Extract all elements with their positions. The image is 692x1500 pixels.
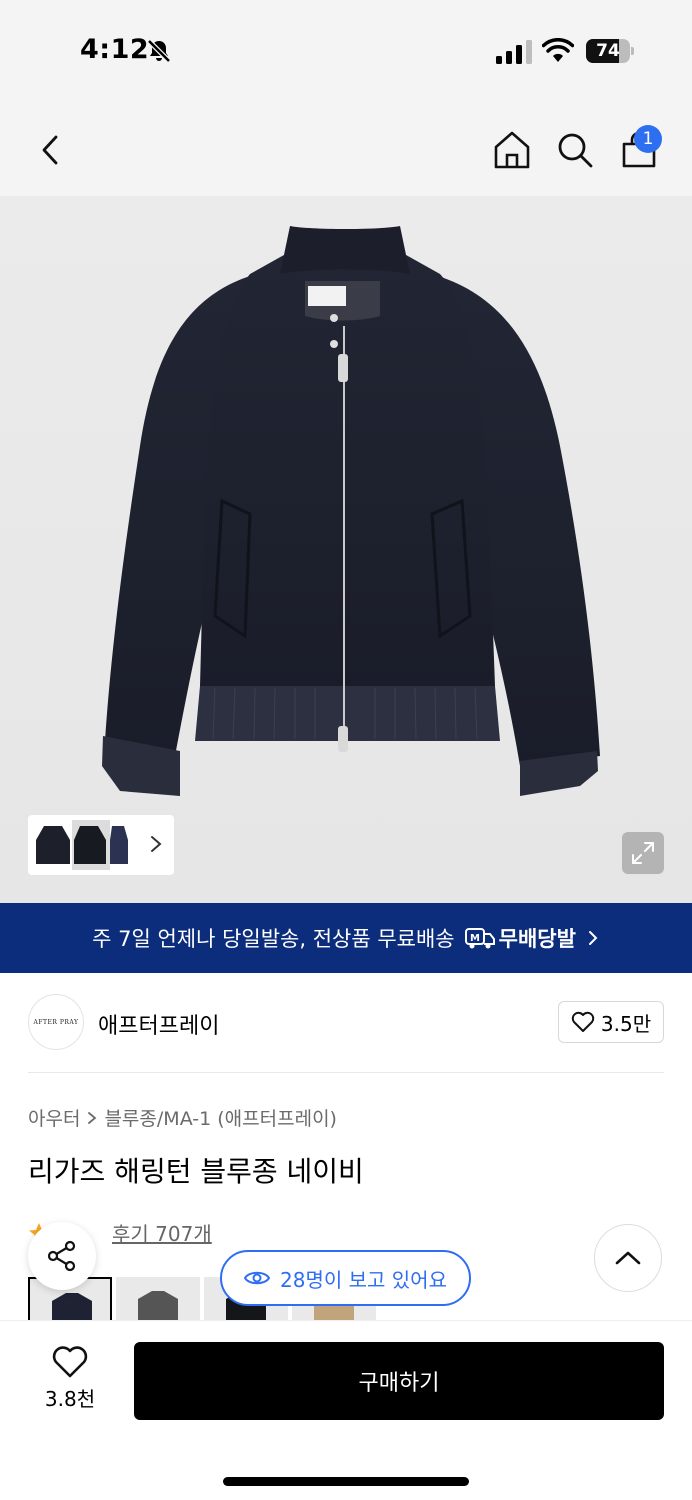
viewers-text: 28명이 보고 있어요 <box>280 1267 447 1292</box>
wifi-icon <box>542 38 574 62</box>
chevron-right-icon[interactable] <box>148 831 164 857</box>
thumbnail-2[interactable] <box>72 820 110 870</box>
jacket-image <box>102 226 600 796</box>
color-option-charcoal[interactable] <box>116 1277 200 1321</box>
brand-logo[interactable]: AFTER PRAY <box>28 994 84 1050</box>
search-button[interactable] <box>551 126 599 174</box>
brand-name[interactable]: 애프터프레이 <box>98 1008 219 1040</box>
thumbnail-1[interactable] <box>34 820 72 870</box>
breadcrumb-category[interactable]: 아우터 <box>28 1104 80 1131</box>
heart-icon <box>52 1346 88 1378</box>
bell-off-icon <box>147 39 171 63</box>
bottom-action-bar: 3.8천 구매하기 <box>0 1320 692 1500</box>
signal-icon <box>496 40 532 64</box>
free-shipping-logo: M 무배당발 <box>464 923 576 953</box>
brand-like-button[interactable]: 3.5만 <box>558 1001 664 1043</box>
share-button[interactable] <box>28 1222 96 1290</box>
status-bar: 4:12 74 <box>0 0 692 100</box>
breadcrumb-subcategory[interactable]: 블루종/MA-1 (애프터프레이) <box>104 1104 337 1131</box>
thumbnail-3[interactable] <box>110 820 128 870</box>
shipping-banner-text: 주 7일 언제나 당일발송, 전상품 무료배송 <box>92 927 455 951</box>
wishlist-button[interactable]: 3.8천 <box>30 1345 110 1419</box>
back-button[interactable] <box>26 126 74 174</box>
brand-like-count: 3.5만 <box>600 1011 652 1036</box>
wishlist-count: 3.8천 <box>44 1387 96 1411</box>
nav-header <box>0 100 692 196</box>
free-shipping-logo-text: 무배당발 <box>498 927 576 951</box>
cart-count-badge: 1 <box>634 125 662 153</box>
divider <box>28 1072 664 1073</box>
product-image[interactable] <box>0 196 692 903</box>
home-button[interactable] <box>488 126 536 174</box>
breadcrumb: 아우터 블루종/MA-1 (애프터프레이) <box>28 1104 337 1131</box>
battery-level: 74 <box>596 41 620 61</box>
expand-image-button[interactable] <box>622 832 664 874</box>
product-title: 리가즈 해링턴 블루종 네이비 <box>28 1155 364 1188</box>
shipping-banner[interactable]: 주 7일 언제나 당일발송, 전상품 무료배송 M 무배당발 <box>0 903 692 973</box>
chevron-right-icon <box>88 1111 97 1124</box>
heart-icon <box>571 1011 595 1032</box>
search-icon <box>558 133 593 168</box>
review-count-link[interactable]: 후기 707개 <box>112 1218 212 1247</box>
image-thumbnail-strip[interactable] <box>28 815 174 875</box>
battery-indicator: 74 <box>586 39 634 63</box>
status-time: 4:12 <box>80 34 150 65</box>
brand-row: AFTER PRAY 애프터프레이 3.5만 <box>28 994 664 1050</box>
truck-icon: M <box>464 928 495 949</box>
chevron-left-icon <box>42 135 58 165</box>
buy-button[interactable]: 구매하기 <box>134 1342 664 1420</box>
expand-icon <box>632 842 654 864</box>
home-icon <box>494 131 530 169</box>
chevron-up-icon <box>615 1251 641 1265</box>
truck-logo-mark: M <box>470 933 480 944</box>
viewers-indicator: 28명이 보고 있어요 <box>220 1250 471 1306</box>
chevron-right-icon <box>588 931 598 945</box>
share-icon <box>47 1240 76 1272</box>
home-indicator <box>223 1477 469 1486</box>
eye-icon <box>244 1271 271 1285</box>
scroll-to-top-button[interactable] <box>594 1224 662 1292</box>
